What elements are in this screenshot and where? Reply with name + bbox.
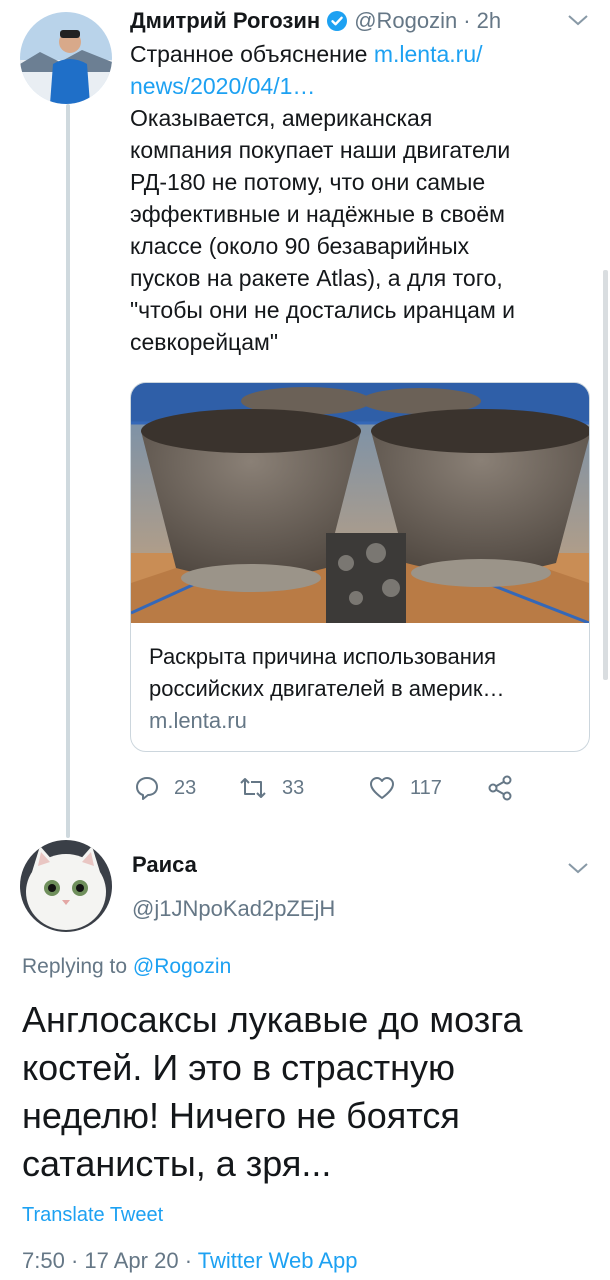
reply-time: 7:50 bbox=[22, 1248, 65, 1273]
scrollbar-thumb[interactable] bbox=[603, 270, 608, 680]
tweet-source-link[interactable]: Twitter Web App bbox=[198, 1248, 358, 1273]
tweet-body-line: "чтобы они не достались иранцам и bbox=[130, 297, 515, 323]
tweet-body-line: классе (около 90 безаварийных bbox=[130, 233, 470, 259]
reply-icon bbox=[136, 777, 158, 800]
replying-to-handle[interactable]: @Rogozin bbox=[133, 955, 231, 978]
verified-badge-icon bbox=[326, 10, 348, 32]
retweet-icon bbox=[240, 778, 266, 798]
tweet-header: Дмитрий Рогозин @Rogozin · 2h bbox=[130, 4, 501, 38]
reply-button[interactable]: 23 bbox=[134, 770, 196, 806]
chevron-down-icon[interactable] bbox=[566, 12, 590, 28]
tweet-time[interactable]: 2h bbox=[477, 8, 501, 34]
header-separator: · bbox=[463, 8, 471, 33]
tweet-body-line: севкорейцам" bbox=[130, 329, 278, 355]
replying-to-label: Replying to bbox=[22, 955, 133, 978]
like-button[interactable]: 117 bbox=[368, 770, 442, 806]
reply-text-line: костей. И это в страстную bbox=[22, 1047, 455, 1088]
reply-author-avatar[interactable] bbox=[20, 840, 112, 932]
card-title: Раскрыта причина использования российски… bbox=[149, 641, 577, 705]
reply-count: 23 bbox=[174, 776, 197, 799]
tweet-link[interactable]: m.lenta.ru/ bbox=[374, 41, 483, 67]
author-handle[interactable]: @Rogozin bbox=[354, 8, 457, 34]
meta-separator: · bbox=[64, 1248, 85, 1273]
meta-separator: · bbox=[178, 1248, 198, 1273]
tweet-body-line: РД-180 не потому, что они самые bbox=[130, 169, 486, 195]
retweet-button[interactable]: 33 bbox=[238, 770, 304, 806]
share-button[interactable] bbox=[486, 770, 528, 806]
share-icon bbox=[488, 775, 512, 801]
link-preview-card[interactable]: Раскрыта причина использования российски… bbox=[130, 382, 590, 752]
tweet-body-line: Оказывается, американская bbox=[130, 105, 433, 131]
card-title-line: Раскрыта причина использования bbox=[149, 644, 497, 669]
card-domain: m.lenta.ru bbox=[149, 708, 247, 733]
tweet-meta: 7:50 · 17 Apr 20 · Twitter Web App bbox=[22, 1248, 358, 1274]
tweet-actions: 23 33 117 bbox=[130, 770, 590, 806]
tweet-body-line: эффективные и надёжные в своём bbox=[130, 201, 505, 227]
author-name[interactable]: Дмитрий Рогозин bbox=[130, 8, 320, 34]
card-title-line: российских двигателей в америк… bbox=[149, 676, 505, 701]
tweet-text-prefix: Странное объяснение bbox=[130, 41, 374, 67]
replying-to-line: Replying to @Rogozin bbox=[22, 955, 231, 979]
reply-text-line: неделю! Ничего не боятся bbox=[22, 1095, 460, 1136]
heart-icon bbox=[370, 777, 394, 799]
thread-connector-line bbox=[66, 104, 70, 838]
tweet-body-line: компания покупает наши двигатели bbox=[130, 137, 511, 163]
tweet-body-line: пусков на ракете Atlas), а для того, bbox=[130, 265, 503, 291]
tweet-text: Странное объяснение m.lenta.ru/ news/202… bbox=[130, 38, 585, 358]
card-image bbox=[131, 383, 589, 623]
translate-tweet-link[interactable]: Translate Tweet bbox=[22, 1204, 163, 1227]
reply-text: Англосаксы лукавые до мозга костей. И эт… bbox=[22, 996, 592, 1188]
author-avatar[interactable] bbox=[20, 12, 112, 104]
chevron-down-icon[interactable] bbox=[566, 860, 590, 876]
retweet-count: 33 bbox=[282, 776, 305, 799]
like-count: 117 bbox=[410, 776, 442, 799]
reply-text-line: Англосаксы лукавые до мозга bbox=[22, 999, 523, 1040]
tweet-link-continued[interactable]: news/2020/04/1… bbox=[130, 73, 315, 99]
reply-date: 17 Apr 20 bbox=[84, 1248, 179, 1273]
reply-author-name[interactable]: Раиса bbox=[132, 852, 197, 878]
reply-text-line: сатанисты, а зря... bbox=[22, 1143, 332, 1184]
reply-author-handle[interactable]: @j1JNpoKad2pZEjH bbox=[132, 896, 335, 922]
